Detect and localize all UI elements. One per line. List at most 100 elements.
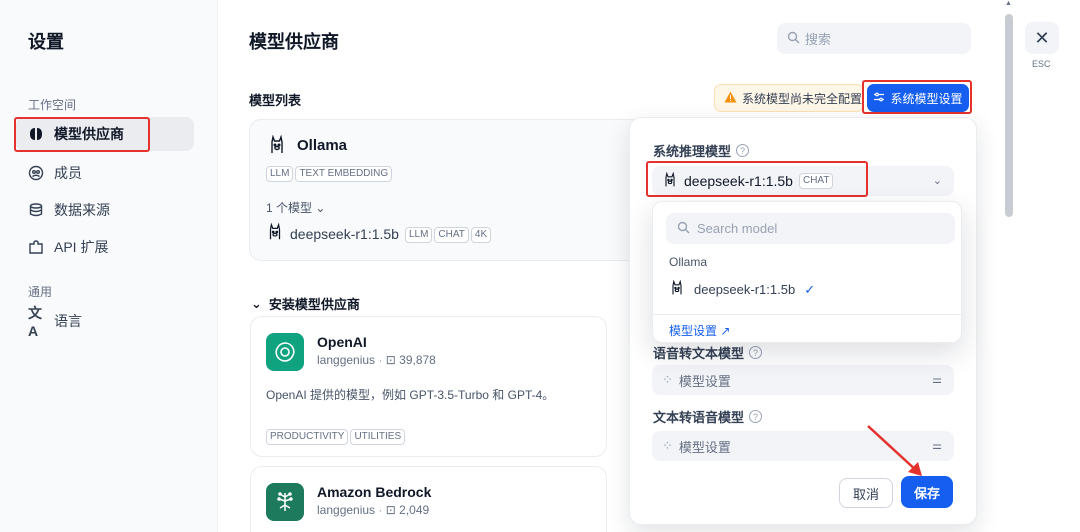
search-input[interactable]: 搜索 [777, 23, 971, 54]
download-count: 39,878 [399, 353, 436, 367]
download-icon: ⊡ [385, 503, 396, 517]
tag: LLM [266, 166, 294, 182]
annotation-arrow-icon [867, 425, 922, 476]
esc-hint: ESC [1032, 59, 1051, 69]
chevron-down-icon: ⌄ [315, 201, 326, 215]
cube-icon: ⁘ [662, 372, 673, 387]
download-icon: ⊡ [385, 353, 396, 367]
llama-icon [267, 134, 287, 158]
model-search-input[interactable]: Search model [666, 213, 955, 244]
provider-name: Amazon Bedrock [317, 484, 432, 500]
model-list-title: 模型列表 [249, 93, 302, 108]
tag: UTILITIES [350, 429, 406, 445]
sidebar-title: 设置 [28, 32, 64, 52]
brain-icon [28, 126, 44, 142]
help-icon[interactable]: ? [749, 410, 763, 423]
provider-meta: langgenius · ⊡ 39,878 [317, 353, 436, 367]
system-model-warning: 系统模型尚未完全配置 [714, 84, 864, 112]
sidebar-item-language[interactable]: 文A 语言 [16, 304, 194, 339]
sidebar-item-label: 模型供应商 [54, 126, 124, 142]
help-icon[interactable]: ? [749, 346, 763, 359]
provider-description: OpenAI 提供的模型，例如 GPT-3.5-Turbo 和 GPT-4。 [266, 388, 555, 402]
help-icon[interactable]: ? [736, 144, 750, 157]
model-settings-link[interactable]: 模型设置 ↗ [653, 314, 961, 346]
provider-card-amazon-bedrock[interactable]: Amazon Bedrock langgenius · ⊡ 2,049 [250, 466, 607, 532]
sidebar-item-members[interactable]: 成员 [16, 156, 194, 190]
sidebar-item-api-extension[interactable]: API 扩展 [16, 230, 194, 264]
tag: TEXT EMBEDDING [295, 166, 393, 182]
members-icon [28, 165, 44, 181]
search-placeholder: 搜索 [805, 32, 832, 47]
scrollbar-thumb[interactable] [1005, 14, 1013, 217]
model-name: deepseek-r1:1.5b [290, 225, 399, 242]
provider-tags: PRODUCTIVITY UTILITIES [266, 427, 407, 445]
provider-author: langgenius [317, 353, 376, 367]
general-section-label: 通用 [28, 285, 53, 299]
ollama-provider-card[interactable]: Ollama LLM TEXT EMBEDDING 1 个模型 ⌄ deepsee… [249, 119, 649, 261]
provider-name: Ollama [297, 137, 348, 154]
link-text: 模型设置 [669, 324, 718, 338]
model-count-toggle[interactable]: 1 个模型 ⌄ [266, 199, 325, 216]
model-dropdown: Search model Ollama deepseek-r1:1.5b ✓ 模… [652, 201, 962, 343]
reasoning-model-label: 系统推理模型 ? [653, 141, 750, 160]
warning-text: 系统模型尚未完全配置 [742, 91, 863, 106]
select-placeholder: 模型设置 [678, 373, 731, 389]
tag: 4K [470, 227, 492, 243]
provider-author: langgenius [317, 503, 376, 517]
api-extension-icon [28, 239, 44, 255]
openai-logo-icon [266, 333, 304, 371]
sidebar-item-label: 语言 [54, 313, 82, 329]
translate-icon: 文A [28, 305, 42, 339]
page-title: 模型供应商 [249, 32, 339, 52]
provider-name: OpenAI [317, 334, 367, 350]
model-count-label: 1 个模型 [266, 201, 313, 215]
dropdown-model-option[interactable]: deepseek-r1:1.5b ✓ [669, 279, 816, 299]
llama-icon [266, 222, 284, 244]
sidebar-item-data-source[interactable]: 数据来源 [16, 193, 194, 227]
tag: CHAT [798, 173, 834, 189]
close-icon: ✕ [1034, 27, 1050, 48]
settings-sliders-icon: ⚌ [932, 440, 942, 452]
tag: CHAT [434, 227, 469, 243]
check-icon: ✓ [804, 281, 816, 297]
button-label: 系统模型设置 [890, 91, 963, 106]
sidebar-item-model-provider[interactable]: 模型供应商 [16, 117, 194, 151]
sidebar-item-label: API 扩展 [54, 239, 109, 255]
sidebar-item-label: 成员 [54, 165, 82, 181]
select-placeholder: 模型设置 [678, 439, 731, 455]
model-row: deepseek-r1:1.5b LLM CHAT 4K [266, 222, 493, 244]
close-button[interactable]: ✕ [1025, 22, 1059, 54]
sidebar-item-label: 数据来源 [54, 202, 110, 218]
selected-model: deepseek-r1:1.5b [684, 173, 793, 189]
bedrock-logo-icon [266, 483, 304, 521]
tts-model-label: 文本转语音模型 ? [653, 407, 763, 426]
cube-icon: ⁘ [662, 438, 673, 453]
save-button[interactable]: 保存 [901, 476, 953, 508]
download-count: 2,049 [399, 503, 430, 517]
warning-icon [724, 91, 737, 106]
reasoning-model-select[interactable]: deepseek-r1:1.5b CHAT ⌄ [652, 166, 954, 196]
option-label: deepseek-r1:1.5b [694, 282, 796, 297]
system-model-settings-button[interactable]: 系统模型设置 [867, 84, 969, 112]
database-icon [28, 202, 44, 218]
settings-sidebar: 设置 工作空间 模型供应商 成员 数据来源 API 扩展 通用 文A 语言 [0, 0, 218, 532]
llama-icon [662, 171, 678, 191]
stt-model-select[interactable]: ⁘ 模型设置 ⚌ [652, 365, 954, 395]
label-text: 文本转语音模型 [653, 410, 745, 425]
label-text: 系统推理模型 [653, 144, 732, 159]
chevron-down-icon: ⌄ [251, 295, 262, 311]
tag: LLM [404, 227, 433, 243]
external-link-icon: ↗ [720, 324, 731, 338]
scroll-up-arrow-icon[interactable]: ▲ [1005, 0, 1012, 7]
tag: PRODUCTIVITY [266, 429, 349, 445]
provider-meta: langgenius · ⊡ 2,049 [317, 503, 430, 517]
provider-card-openai[interactable]: OpenAI langgenius · ⊡ 39,878 OpenAI 提供的模… [250, 316, 607, 457]
llama-icon [669, 279, 685, 299]
settings-sliders-icon: ⚌ [932, 374, 942, 386]
workspace-section-label: 工作空间 [28, 98, 77, 112]
search-placeholder: Search model [697, 221, 778, 236]
search-icon [677, 221, 690, 237]
install-providers-toggle[interactable]: ⌄ 安装模型供应商 [251, 294, 360, 313]
cancel-button[interactable]: 取消 [839, 478, 893, 508]
provider-tags: LLM TEXT EMBEDDING [266, 164, 394, 182]
